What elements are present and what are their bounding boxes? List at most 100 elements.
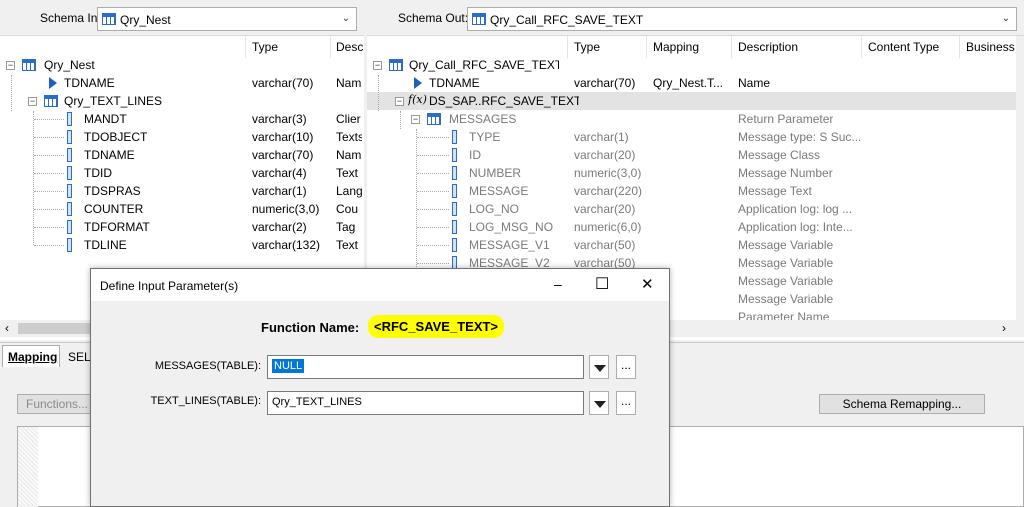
maximize-icon[interactable]: ☐ — [595, 274, 609, 294]
collapse-icon[interactable]: − — [395, 97, 404, 106]
collapse-icon[interactable]: − — [6, 61, 15, 70]
tree-item-type: numeric(6,0) — [574, 220, 642, 234]
column-icon — [67, 184, 72, 198]
chevron-down-icon[interactable]: ⌄ — [336, 8, 356, 30]
tree-row[interactable]: LOG_NO varchar(20) Application log: log ..… — [367, 200, 1024, 218]
column-content-type[interactable]: Content Type — [868, 40, 939, 54]
tree-item-name: LOG_MSG_NO — [469, 220, 554, 234]
tree-line — [34, 245, 64, 246]
schema-out-select[interactable]: Qry_Call_RFC_SAVE_TEXT ⌄ — [467, 7, 1017, 31]
tree-line — [378, 75, 379, 111]
tree-item-name: TDNAME — [84, 148, 135, 162]
tree-item-type: numeric(3,0) — [252, 202, 320, 216]
column-type[interactable]: Type — [574, 40, 600, 54]
tree-item-desc: Text — [336, 166, 359, 180]
tree-item-name: TDLINE — [84, 238, 127, 252]
tree-item-name: MESSAGE_V1 — [469, 238, 550, 252]
chevron-down-icon[interactable]: ⌄ — [996, 8, 1016, 30]
schema-out-label: Schema Out: — [398, 11, 469, 25]
tree-item-type: varchar(1) — [252, 184, 307, 198]
tree-row[interactable]: − f(x) DS_SAP..RFC_SAVE_TEXT — [367, 92, 1024, 110]
tree-item-description: Message Variable — [738, 238, 834, 252]
tree-line — [34, 209, 64, 210]
text-lines-param-browse[interactable]: ... — [616, 391, 636, 415]
tree-item-name: LOG_NO — [469, 202, 520, 216]
editor-gutter — [18, 427, 38, 507]
tree-item-description: Message Class — [738, 148, 821, 162]
tree-item-desc: Text — [336, 238, 359, 252]
tree-item-type: varchar(70) — [252, 76, 314, 90]
column-icon — [452, 238, 457, 252]
tree-row[interactable]: MESSAGE varchar(220) Message Text — [367, 182, 1024, 200]
close-icon[interactable]: ✕ — [641, 275, 654, 293]
tree-line — [417, 209, 449, 210]
vertical-scrollbar[interactable] — [1016, 36, 1024, 320]
column-icon — [67, 130, 72, 144]
column-desc[interactable]: Desc — [336, 40, 363, 54]
tree-row[interactable]: ID varchar(20) Message Class — [367, 146, 1024, 164]
tab-mapping[interactable]: Mapping — [2, 345, 60, 367]
tree-row[interactable]: LOG_MSG_NO numeric(6,0) Application log: I… — [367, 218, 1024, 236]
tree-item-type: varchar(20) — [574, 148, 636, 162]
tree-row[interactable]: NUMBER numeric(3,0) Message Number — [367, 164, 1024, 182]
tree-item-name: TDFORMAT — [84, 220, 150, 234]
tree-item-name: MESSAGES — [449, 112, 517, 126]
tree-item-type: varchar(70) — [252, 148, 314, 162]
tree-item-name: DS_SAP..RFC_SAVE_TEXT — [429, 94, 579, 108]
tree-item-description: Message Variable — [738, 274, 834, 288]
tree-line — [34, 155, 64, 156]
tree-line — [34, 191, 64, 192]
collapse-icon[interactable]: − — [28, 97, 37, 106]
messages-param-dropdown[interactable] — [589, 355, 609, 379]
tree-line — [34, 119, 64, 120]
schema-in-select[interactable]: Qry_Nest ⌄ — [97, 7, 357, 31]
tree-item-description: Message Text — [738, 184, 812, 198]
tree-item-description: Message type: S Suc... — [738, 130, 860, 144]
text-lines-param-dropdown[interactable] — [589, 391, 609, 415]
column-business[interactable]: Business — [966, 40, 1015, 54]
collapse-icon[interactable]: − — [373, 61, 382, 70]
tree-row[interactable]: − Qry_Nest — [0, 56, 364, 74]
messages-param-input[interactable]: NULL — [267, 355, 584, 379]
tree-item-type: numeric(3,0) — [574, 166, 642, 180]
column-description[interactable]: Description — [738, 40, 798, 54]
tree-row[interactable]: − Qry_TEXT_LINES — [0, 92, 364, 110]
messages-param-label: MESSAGES(TABLE): — [154, 360, 261, 372]
tree-item-type: varchar(20) — [574, 202, 636, 216]
tab-mapping-label: Mapping — [8, 350, 58, 364]
tree-row[interactable]: MESSAGE_V1 varchar(50) Message Variable — [367, 236, 1024, 254]
tree-item-type: varchar(50) — [574, 238, 636, 252]
function-name-label: Function Name: — [261, 320, 360, 335]
tree-item-type: varchar(220) — [574, 184, 643, 198]
minimize-icon[interactable]: – — [554, 276, 562, 292]
text-lines-param-value: Qry_TEXT_LINES — [272, 396, 362, 408]
tree-line — [416, 129, 417, 269]
scroll-right-icon[interactable]: › — [1002, 321, 1006, 335]
column-type[interactable]: Type — [252, 40, 278, 54]
functions-button[interactable]: Functions... — [17, 394, 97, 414]
scroll-left-icon[interactable]: ‹ — [5, 321, 9, 335]
collapse-icon[interactable]: − — [411, 115, 420, 124]
tree-item-description: Application log: log ... — [738, 202, 853, 216]
key-column-icon — [414, 77, 422, 89]
tree-row[interactable]: TDNAME varchar(70) Nam — [0, 74, 364, 92]
tree-item-name: Qry_Nest — [44, 58, 95, 72]
column-mapping[interactable]: Mapping — [653, 40, 699, 54]
tree-item-name: ID — [469, 148, 481, 162]
tree-line — [34, 173, 64, 174]
tree-item-description: Message Variable — [738, 256, 834, 270]
schema-remapping-button[interactable]: Schema Remapping... — [819, 394, 985, 414]
tree-item-name: Qry_TEXT_LINES — [64, 94, 163, 108]
column-icon — [452, 166, 457, 180]
tree-row[interactable]: − MESSAGES Return Parameter — [367, 110, 1024, 128]
tree-row[interactable]: TYPE varchar(1) Message type: S Suc... — [367, 128, 1024, 146]
table-icon — [22, 59, 36, 71]
text-lines-param-input[interactable]: Qry_TEXT_LINES — [267, 391, 584, 415]
tree-row[interactable]: TDNAME varchar(70) Qry_Nest.T... Name — [367, 74, 1024, 92]
function-name-value: <RFC_SAVE_TEXT> — [368, 315, 505, 338]
define-input-parameters-dialog: Define Input Parameter(s) – ☐ ✕ Function… — [90, 268, 670, 507]
tree-item-name: NUMBER — [469, 166, 522, 180]
tree-row[interactable]: − Qry_Call_RFC_SAVE_TEXT — [367, 56, 1024, 74]
messages-param-browse[interactable]: ... — [616, 355, 636, 379]
tree-item-type: varchar(3) — [252, 112, 307, 126]
